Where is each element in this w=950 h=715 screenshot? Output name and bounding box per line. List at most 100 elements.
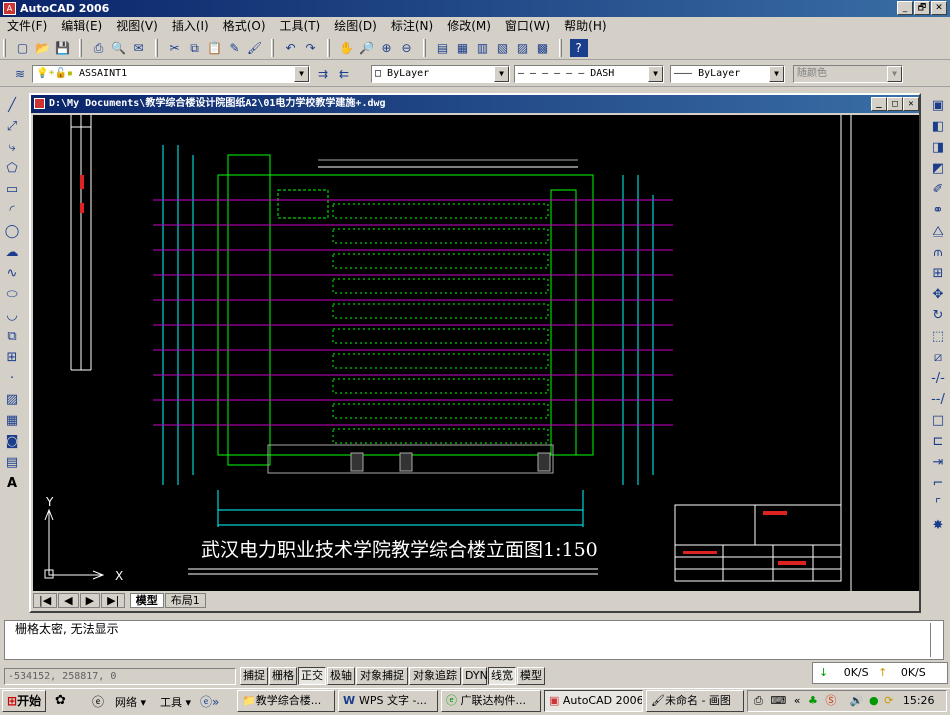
redo-icon[interactable]: ↷ [302, 39, 320, 57]
chevron-down-icon[interactable]: ▼ [887, 66, 902, 82]
menu-tools[interactable]: 工具(T) [273, 17, 328, 35]
drawing-doc-icon[interactable] [34, 98, 45, 109]
lineweight-combo[interactable]: ——— ByLayer ▼ [670, 65, 785, 83]
undo-icon[interactable]: ↶ [282, 39, 300, 57]
autocad-logo-icon[interactable]: A [3, 2, 16, 15]
menu-dimension[interactable]: 标注(N) [384, 17, 440, 35]
task-folder[interactable]: 📁教学综合楼... [237, 690, 335, 712]
update-icon[interactable]: ⟳ [884, 694, 893, 707]
new-icon[interactable]: ▢ [14, 39, 32, 57]
above-object-icon[interactable]: ◩ [928, 159, 948, 179]
keyboard-icon[interactable]: ⌨ [770, 694, 786, 707]
send-back-icon[interactable]: ◨ [928, 138, 948, 158]
osnap-toggle[interactable]: 对象捕捉 [356, 667, 408, 685]
tab-first-icon[interactable]: |◀ [33, 593, 58, 608]
model-space-canvas[interactable]: 武汉电力职业技术学院教学综合楼立面图1:150 Y X [33, 115, 919, 591]
circle-icon[interactable]: ◯ [2, 222, 22, 242]
task-paint[interactable]: 🖌未命名 - 画图 [646, 690, 744, 712]
menu-view[interactable]: 视图(V) [109, 17, 165, 35]
task-wps[interactable]: W WPS 文字 -... [338, 690, 438, 712]
chevron-down-icon[interactable]: ▼ [494, 66, 509, 82]
break-at-point-icon[interactable]: □ [928, 411, 948, 431]
polygon-icon[interactable]: ⬠ [2, 159, 22, 179]
lineweight-toggle[interactable]: 线宽 [488, 667, 516, 685]
otrack-toggle[interactable]: 对象追踪 [409, 667, 461, 685]
save-icon[interactable]: 💾 [54, 39, 72, 57]
chevron-down-icon[interactable]: ▼ [769, 66, 784, 82]
offset-icon[interactable]: ⫙ [928, 243, 948, 263]
tray-expand-icon[interactable]: « [794, 694, 801, 707]
publish-icon[interactable]: ✉ [130, 39, 148, 57]
polar-toggle[interactable]: 极轴 [327, 667, 355, 685]
array-icon[interactable]: ⊞ [928, 264, 948, 284]
toolbar-grip[interactable] [3, 39, 6, 57]
preview-icon[interactable]: 🔍 [110, 39, 128, 57]
mirror-icon[interactable]: ⧋ [928, 222, 948, 242]
sheet-set-icon[interactable]: ▧ [494, 39, 512, 57]
quicklaunch-tools[interactable]: 工具 ▾ [160, 694, 191, 710]
revision-cloud-icon[interactable]: ☁ [2, 243, 22, 263]
bring-front-icon[interactable]: ◧ [928, 117, 948, 137]
tab-model[interactable]: 模型 [129, 593, 164, 608]
tab-last-icon[interactable]: ▶| [101, 593, 126, 608]
pan-icon[interactable]: ✋ [338, 39, 356, 57]
ie-icon[interactable]: ⓔ [92, 693, 104, 710]
arc-icon[interactable]: ◜ [2, 201, 22, 221]
cut-icon[interactable]: ✂ [166, 39, 184, 57]
chamfer-icon[interactable]: ⌐ [928, 474, 948, 494]
tool-palettes-icon[interactable]: ▥ [474, 39, 492, 57]
antivirus-icon[interactable]: Ⓢ [825, 694, 836, 707]
region-icon[interactable]: ◙ [2, 432, 22, 452]
break-icon[interactable]: ⊏ [928, 432, 948, 452]
tab-next-icon[interactable]: ▶ [79, 593, 101, 608]
markup-icon[interactable]: ▨ [514, 39, 532, 57]
menu-file[interactable]: 文件(F) [0, 17, 54, 35]
rotate-icon[interactable]: ↻ [928, 306, 948, 326]
help-icon[interactable]: ? [569, 39, 588, 57]
command-window[interactable]: 栅格太密, 无法显示 [4, 620, 944, 660]
multiline-text-icon[interactable]: A [2, 474, 22, 494]
printer-icon[interactable]: ⎙ [754, 694, 763, 707]
spline-icon[interactable]: ∿ [2, 264, 22, 284]
fillet-icon[interactable]: ⌜ [928, 495, 948, 515]
insert-block-icon[interactable]: ⧉ [2, 327, 22, 347]
doc-close-button[interactable]: ✕ [903, 97, 919, 111]
make-current-layer-icon[interactable]: ⇉ [314, 65, 332, 83]
layer-combo[interactable]: 💡☀🔓▪ ASSAINT1 ▼ [32, 65, 310, 83]
calculator-icon[interactable]: ▩ [534, 39, 552, 57]
doc-maximize-button[interactable]: □ [887, 97, 903, 111]
linetype-combo[interactable]: – – – – – – DASH ▼ [514, 65, 664, 83]
zoom-window-icon[interactable]: ⊕ [378, 39, 396, 57]
extend-icon[interactable]: --/ [928, 390, 948, 410]
stretch-icon[interactable]: ⧄ [928, 348, 948, 368]
model-toggle[interactable]: 模型 [517, 667, 545, 685]
line-icon[interactable]: ╱ [2, 96, 22, 116]
qq-icon[interactable]: ● [869, 694, 879, 707]
menu-insert[interactable]: 插入(I) [165, 17, 216, 35]
print-icon[interactable]: ⎙ [90, 39, 108, 57]
zoom-previous-icon[interactable]: ⊖ [398, 39, 416, 57]
minimize-button[interactable]: _ [897, 1, 913, 15]
properties-icon[interactable]: ▤ [434, 39, 452, 57]
task-autocad[interactable]: ▣ AutoCAD 2006 [544, 690, 643, 712]
command-scrollbar[interactable] [930, 623, 942, 657]
paste-icon[interactable]: 📋 [206, 39, 224, 57]
hatch-icon[interactable]: ▨ [2, 390, 22, 410]
volume-icon[interactable]: 🔊 [850, 694, 864, 707]
start-button[interactable]: ⊞开始 [2, 690, 46, 712]
move-icon[interactable]: ✥ [928, 285, 948, 305]
menu-draw[interactable]: 绘图(D) [327, 17, 384, 35]
match-properties-icon[interactable]: ✎ [226, 39, 244, 57]
doc-minimize-button[interactable]: _ [871, 97, 887, 111]
chevron-down-icon[interactable]: ▼ [294, 66, 309, 82]
gradient-icon[interactable]: ▦ [2, 411, 22, 431]
layer-manager-icon[interactable]: ≋ [11, 65, 29, 83]
open-icon[interactable]: 📂 [34, 39, 52, 57]
explode-icon[interactable]: ✸ [928, 516, 948, 536]
menu-help[interactable]: 帮助(H) [557, 17, 613, 35]
rectangle-icon[interactable]: ▭ [2, 180, 22, 200]
grid-toggle[interactable]: 栅格 [269, 667, 297, 685]
msn-icon[interactable]: ✿ [55, 693, 66, 708]
quicklaunch-network[interactable]: 网络 ▾ [115, 694, 146, 710]
table-icon[interactable]: ▤ [2, 453, 22, 473]
